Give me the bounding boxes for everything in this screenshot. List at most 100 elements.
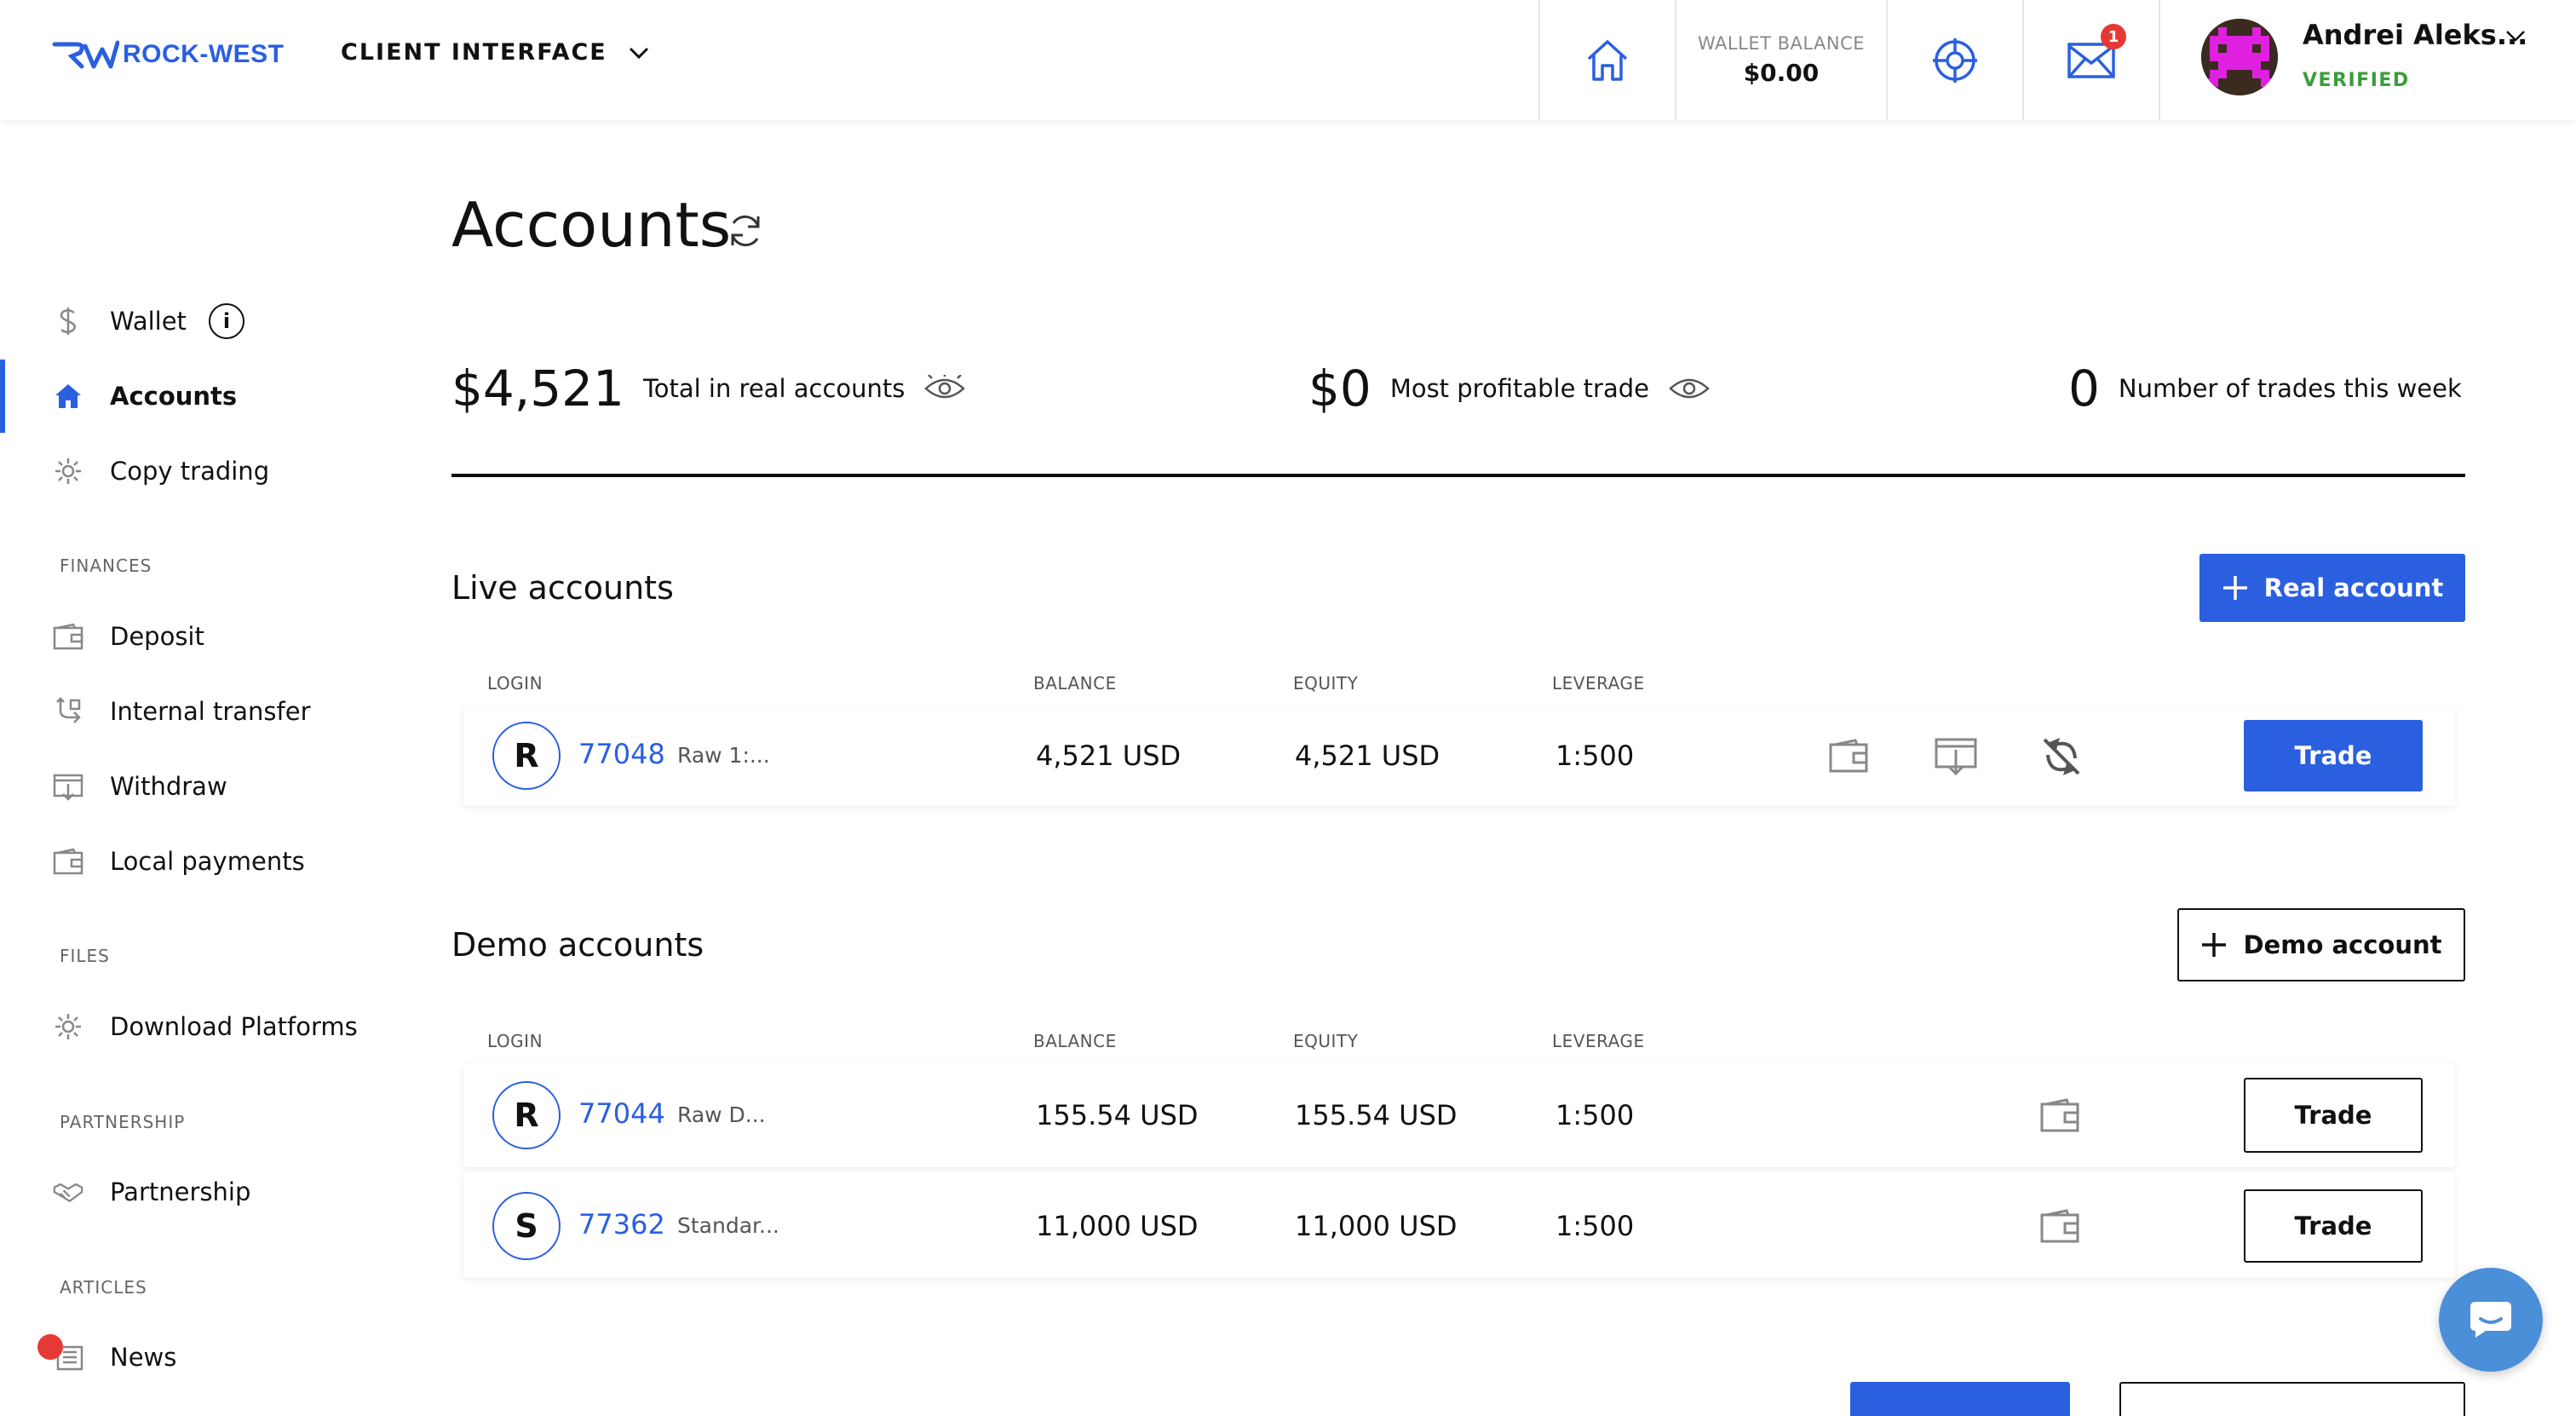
- add-demo-account-button[interactable]: Demo account: [2177, 908, 2465, 981]
- top-bar: ROCK-WEST CLIENT INTERFACE WALLET BALANC…: [0, 0, 2576, 120]
- interface-selector[interactable]: CLIENT INTERFACE: [341, 39, 650, 66]
- live-accounts-title: Live accounts: [451, 569, 674, 607]
- account-balance: 11,000 USD: [1036, 1210, 1199, 1242]
- account-balance: 4,521 USD: [1036, 740, 1182, 772]
- table-row[interactable]: R 77048 Raw 1:... 4,521 USD 4,521 USD 1:…: [463, 705, 2455, 806]
- stat-value: 0: [2068, 360, 2100, 417]
- support-button[interactable]: [1886, 0, 2022, 120]
- sidebar-item-deposit[interactable]: Deposit: [0, 607, 400, 666]
- sidebar-item-internal-transfer[interactable]: Internal transfer: [0, 682, 400, 741]
- withdraw-icon: [53, 771, 83, 802]
- stat-total-real: $4,521 Total in real accounts: [451, 360, 966, 417]
- chat-button[interactable]: [2439, 1268, 2543, 1372]
- trade-button[interactable]: Trade: [2244, 1189, 2423, 1263]
- trade-button[interactable]: Trade: [2244, 720, 2423, 791]
- column-header-login: LOGIN: [487, 673, 543, 694]
- account-leverage: 1:500: [1555, 1210, 1635, 1242]
- gear-icon: [53, 456, 83, 486]
- home-button[interactable]: [1538, 0, 1675, 120]
- sidebar-item-label: Accounts: [110, 382, 238, 411]
- partial-button[interactable]: [2119, 1382, 2465, 1416]
- messages-button[interactable]: 1: [2022, 0, 2159, 120]
- section-title-finances: FINANCES: [60, 555, 152, 576]
- sidebar-item-label: Copy trading: [110, 457, 270, 486]
- notification-dot: [37, 1334, 63, 1360]
- column-header-balance: BALANCE: [1033, 1031, 1117, 1051]
- account-equity: 155.54 USD: [1295, 1099, 1458, 1131]
- home-icon: [53, 381, 83, 412]
- chat-icon: [2470, 1302, 2511, 1338]
- section-title-articles: ARTICLES: [60, 1277, 147, 1298]
- account-login-link[interactable]: 77362: [578, 1208, 665, 1240]
- wallet-icon: [53, 621, 83, 652]
- sidebar-item-label: Local payments: [110, 847, 305, 876]
- sidebar-item-withdraw[interactable]: Withdraw: [0, 757, 400, 816]
- plus-icon: [2222, 576, 2247, 600]
- trade-button[interactable]: Trade: [2244, 1078, 2423, 1153]
- sidebar-item-partnership[interactable]: Partnership: [0, 1162, 400, 1222]
- chevron-down-icon[interactable]: [2504, 29, 2527, 43]
- account-balance: 155.54 USD: [1036, 1099, 1199, 1131]
- button-label: Demo account: [2243, 930, 2442, 959]
- table-row[interactable]: S 77362 Standar... 11,000 USD 11,000 USD…: [463, 1172, 2455, 1278]
- stat-trades-week: 0 Number of trades this week: [2068, 360, 2462, 417]
- account-initial: R: [492, 722, 561, 790]
- account-equity: 11,000 USD: [1295, 1210, 1458, 1242]
- wallet-icon[interactable]: [1828, 738, 1869, 774]
- divider: [451, 474, 2465, 477]
- section-title-partnership: PARTNERSHIP: [60, 1112, 186, 1132]
- table-row[interactable]: R 77044 Raw D... 155.54 USD 155.54 USD 1…: [463, 1063, 2455, 1167]
- account-login-link[interactable]: 77044: [578, 1097, 665, 1130]
- add-real-account-button[interactable]: Real account: [2199, 554, 2465, 622]
- section-title-files: FILES: [60, 946, 110, 966]
- page-title: Accounts: [451, 189, 732, 261]
- account-type: Raw D...: [677, 1102, 766, 1127]
- sidebar-item-label: Download Platforms: [110, 1012, 358, 1041]
- demo-accounts-title: Demo accounts: [451, 926, 704, 964]
- sidebar-item-news[interactable]: News: [0, 1327, 400, 1387]
- interface-label: CLIENT INTERFACE: [341, 39, 607, 66]
- sidebar-item-copy-trading[interactable]: Copy trading: [0, 441, 400, 501]
- eye-icon[interactable]: [923, 375, 966, 402]
- partial-button[interactable]: [1850, 1382, 2070, 1416]
- withdraw-icon[interactable]: [1934, 736, 1978, 777]
- column-header-equity: EQUITY: [1293, 673, 1359, 694]
- avatar[interactable]: [2201, 19, 2278, 95]
- brand-logo[interactable]: ROCK-WEST: [51, 37, 284, 72]
- sidebar-item-local-payments[interactable]: Local payments: [0, 832, 400, 891]
- account-initial: R: [492, 1081, 561, 1149]
- sidebar-item-accounts[interactable]: Accounts: [0, 366, 400, 426]
- stat-label: Most profitable trade: [1389, 374, 1649, 403]
- logo-mark-icon: [52, 40, 119, 69]
- wallet-icon[interactable]: [2039, 1097, 2080, 1133]
- sidebar-item-label: Deposit: [110, 622, 204, 651]
- user-name[interactable]: Andrei Aleks...: [2303, 19, 2527, 51]
- sidebar-item-download-platforms[interactable]: Download Platforms: [0, 997, 400, 1056]
- column-header-leverage: LEVERAGE: [1552, 1031, 1645, 1051]
- sidebar-item-label: News: [110, 1343, 177, 1372]
- wallet-balance-value: $0.00: [1743, 59, 1820, 87]
- sidebar-item-label: Wallet: [110, 307, 187, 336]
- stat-label: Total in real accounts: [642, 374, 906, 403]
- account-initial: S: [492, 1192, 561, 1260]
- wallet-balance-label: WALLET BALANCE: [1697, 33, 1866, 54]
- wallet-icon[interactable]: [2039, 1208, 2080, 1244]
- account-equity: 4,521 USD: [1295, 740, 1440, 772]
- eye-icon[interactable]: [1668, 375, 1711, 402]
- pixel-avatar-icon: [2201, 19, 2278, 95]
- stat-value: $0: [1308, 360, 1371, 417]
- handshake-icon: [53, 1177, 83, 1207]
- account-login-link[interactable]: 77048: [578, 738, 665, 770]
- mail-badge: 1: [2101, 24, 2126, 49]
- dollar-icon: [53, 306, 83, 337]
- stat-most-profitable: $0 Most profitable trade: [1308, 360, 1711, 417]
- sidebar-item-label: Withdraw: [110, 772, 227, 801]
- sidebar-item-wallet[interactable]: Wallet i: [0, 291, 400, 351]
- wallet-balance[interactable]: WALLET BALANCE $0.00: [1675, 0, 1886, 120]
- refresh-icon[interactable]: [726, 211, 765, 250]
- info-icon[interactable]: i: [209, 303, 244, 339]
- wallet-icon: [53, 846, 83, 877]
- column-header-balance: BALANCE: [1033, 673, 1117, 694]
- exchange-icon[interactable]: [2039, 734, 2084, 779]
- column-header-leverage: LEVERAGE: [1552, 673, 1645, 694]
